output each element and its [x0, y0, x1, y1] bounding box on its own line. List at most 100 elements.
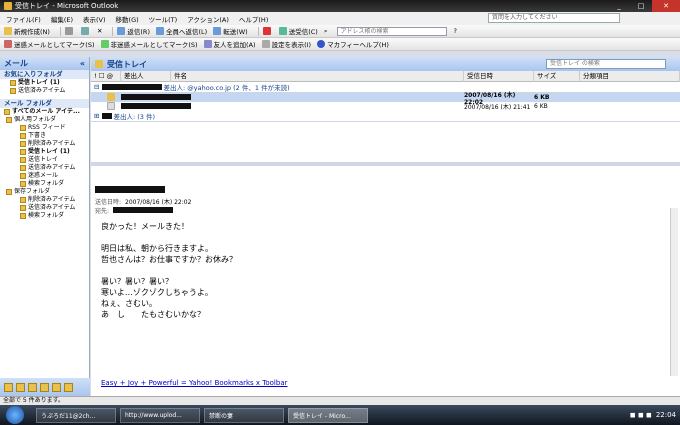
column-category[interactable]: 分類項目	[580, 70, 680, 82]
folder-tree-item[interactable]: 送信済みアイテム	[0, 164, 89, 172]
reply-button[interactable]: 返信(R)	[117, 26, 150, 36]
sent-date: 2007/08/16 (木) 22:02	[125, 199, 192, 206]
help-icon[interactable]: ?	[453, 27, 456, 35]
task-uploader[interactable]: うぷろだ11@2ch...	[36, 407, 116, 423]
flag-icon[interactable]	[262, 27, 273, 35]
forward-button[interactable]: 転送(W)	[213, 26, 248, 36]
settings-button[interactable]: 設定を表示(I)	[261, 39, 311, 49]
folder-header: 受信トレイ 受信トレイ の検索	[91, 57, 680, 71]
folder-tree-item[interactable]: 送信トレイ	[0, 156, 89, 164]
new-mail-icon	[4, 27, 12, 35]
minimize-button[interactable]: _	[608, 0, 630, 12]
folder-icon	[20, 165, 26, 171]
inbox-search-input[interactable]: 受信トレイ の検索	[546, 59, 666, 69]
start-button[interactable]	[6, 406, 24, 424]
move-icon[interactable]	[80, 27, 91, 35]
folder-icon	[10, 88, 16, 94]
collapse-icon[interactable]: «	[80, 57, 85, 70]
message-header: 送信日時: 2007/08/16 (木) 22:02 宛先:	[95, 186, 191, 215]
close-button[interactable]: ✕	[652, 0, 680, 12]
mcafee-help-button[interactable]: マカフィーヘルプ(H)	[317, 39, 389, 49]
menu-tools[interactable]: ツール(T)	[149, 14, 178, 24]
new-button[interactable]: 新規作成(N)	[4, 26, 50, 36]
column-from[interactable]: 差出人	[121, 70, 171, 82]
tray-icons[interactable]: ◼ ◼ ◼	[630, 411, 652, 419]
column-received[interactable]: 受信日時	[464, 70, 534, 82]
favorite-folder[interactable]: 受信トレイ (1)	[0, 79, 89, 87]
group-header[interactable]: ⊟ 差出人: @yahoo.co.jp (2 件、1 件が未読)	[91, 82, 680, 93]
not-junk-icon	[100, 40, 109, 48]
address-book-search[interactable]: アドレス帳の検索	[337, 26, 448, 36]
menu-file[interactable]: ファイル(F)	[6, 14, 41, 24]
folder-tree-item[interactable]: 迷惑メール	[0, 172, 89, 180]
standard-toolbar: 新規作成(N) ✕ 返信(R) 全員へ返信(L) 転送(W) 送受信(C) ⌕ …	[0, 25, 680, 38]
message-row[interactable]: 2007/08/16 (木) 22:02 6 KB	[91, 92, 680, 106]
column-subject[interactable]: 件名	[171, 70, 464, 82]
folder-icon	[20, 205, 26, 211]
mark-junk-button[interactable]: 迷惑メールとしてマーク(S)	[4, 39, 95, 49]
folder-icon	[20, 181, 26, 187]
print-icon[interactable]	[64, 27, 75, 35]
send-receive-icon	[278, 27, 287, 35]
folder-tree-item[interactable]: 個人用フォルダ	[0, 116, 89, 124]
folder-tree-item[interactable]: 受信トレイ (1)	[0, 148, 89, 156]
message-list: ⊟ 差出人: @yahoo.co.jp (2 件、1 件が未読) 2007/08…	[91, 82, 680, 162]
column-size[interactable]: サイズ	[534, 70, 580, 82]
delete-icon[interactable]: ✕	[97, 27, 102, 35]
folder-tree-item[interactable]: 検索フォルダ	[0, 212, 89, 220]
favorites-header: お気に入りフォルダ	[0, 70, 89, 79]
folder-icon	[20, 173, 26, 179]
menu-help[interactable]: ヘルプ(H)	[239, 14, 268, 24]
shortcuts-nav-icon[interactable]	[64, 382, 73, 392]
folder-tree-item[interactable]: 保存フォルダ	[0, 188, 89, 196]
tasks-nav-icon[interactable]	[40, 382, 49, 392]
reading-scrollbar[interactable]	[670, 208, 678, 376]
contacts-nav-icon[interactable]	[28, 382, 37, 392]
folder-tree-item[interactable]: 検索フォルダ	[0, 180, 89, 188]
task-forbidden[interactable]: 禁断の妻	[204, 407, 284, 423]
menu-go[interactable]: 移動(G)	[116, 14, 139, 24]
folder-nav-icon[interactable]	[52, 382, 61, 392]
all-mail-items-dropdown[interactable]: すべてのメール アイテ...	[0, 108, 89, 116]
reading-pane: 送信日時: 2007/08/16 (木) 22:02 宛先: 良かった！メールきた…	[91, 166, 680, 396]
folder-tree-item[interactable]: 削除済みアイテム	[0, 196, 89, 204]
calendar-nav-icon[interactable]	[16, 382, 25, 392]
message-row[interactable]: 2007/08/16 (木) 21:41 6 KB	[91, 101, 680, 111]
folder-tree-item[interactable]: 下書き	[0, 132, 89, 140]
column-header: ! ☐ @ 差出人 件名 受信日時 サイズ 分類項目	[91, 70, 680, 82]
outlook-icon	[4, 2, 12, 10]
nav-bottom-buttons	[0, 378, 90, 396]
search-icon[interactable]: ⌕	[324, 27, 328, 36]
menu-edit[interactable]: 編集(E)	[51, 14, 73, 24]
folder-tree-item[interactable]: 削除済みアイテム	[0, 140, 89, 148]
mail-nav-icon[interactable]	[4, 382, 13, 392]
folder-icon	[20, 141, 26, 147]
add-sender-button[interactable]: 友人を追加(A)	[203, 39, 256, 49]
send-receive-button[interactable]: 送受信(C)	[278, 26, 318, 36]
folder-icon	[20, 133, 26, 139]
favorite-folder[interactable]: 送信済みアイテム	[0, 87, 89, 95]
help-question-input[interactable]: 質問を入力してください	[488, 13, 620, 23]
folder-icon	[20, 213, 26, 219]
group-header[interactable]: ⊞ 差出人: (3 件)	[91, 111, 680, 122]
message-body: 良かった！メールきた！ 明日は私、朝から行きますよ。 哲也さんは？お仕事ですか？…	[101, 222, 237, 319]
footer-link[interactable]: Easy + Joy + Powerful = Yahoo! Bookmarks…	[101, 379, 288, 387]
folder-tree-item[interactable]: RSS フィード	[0, 124, 89, 132]
reply-icon	[117, 27, 126, 35]
navigation-pane: メール « お気に入りフォルダ 受信トレイ (1) 送信済みアイテム メール フォル…	[0, 57, 90, 396]
task-browser[interactable]: http://www.uplod...	[120, 407, 200, 423]
mark-not-junk-button[interactable]: 非迷惑メールとしてマーク(S)	[100, 39, 198, 49]
maximize-button[interactable]: □	[630, 0, 652, 12]
menu-actions[interactable]: アクション(A)	[187, 14, 229, 24]
unread-mail-icon	[107, 92, 115, 101]
person-icon	[203, 40, 212, 48]
mail-folders-header: メール フォルダ	[0, 99, 89, 108]
column-icons[interactable]: ! ☐ @	[91, 70, 121, 82]
folder-icon	[6, 117, 12, 123]
task-outlook[interactable]: 受信トレイ - Micro...	[288, 407, 368, 423]
folder-tree-item[interactable]: 送信済みアイテム	[0, 204, 89, 212]
menu-view[interactable]: 表示(V)	[83, 14, 106, 24]
folder-icon	[20, 157, 26, 163]
reply-all-button[interactable]: 全員へ返信(L)	[155, 26, 207, 36]
forward-icon	[213, 27, 222, 35]
